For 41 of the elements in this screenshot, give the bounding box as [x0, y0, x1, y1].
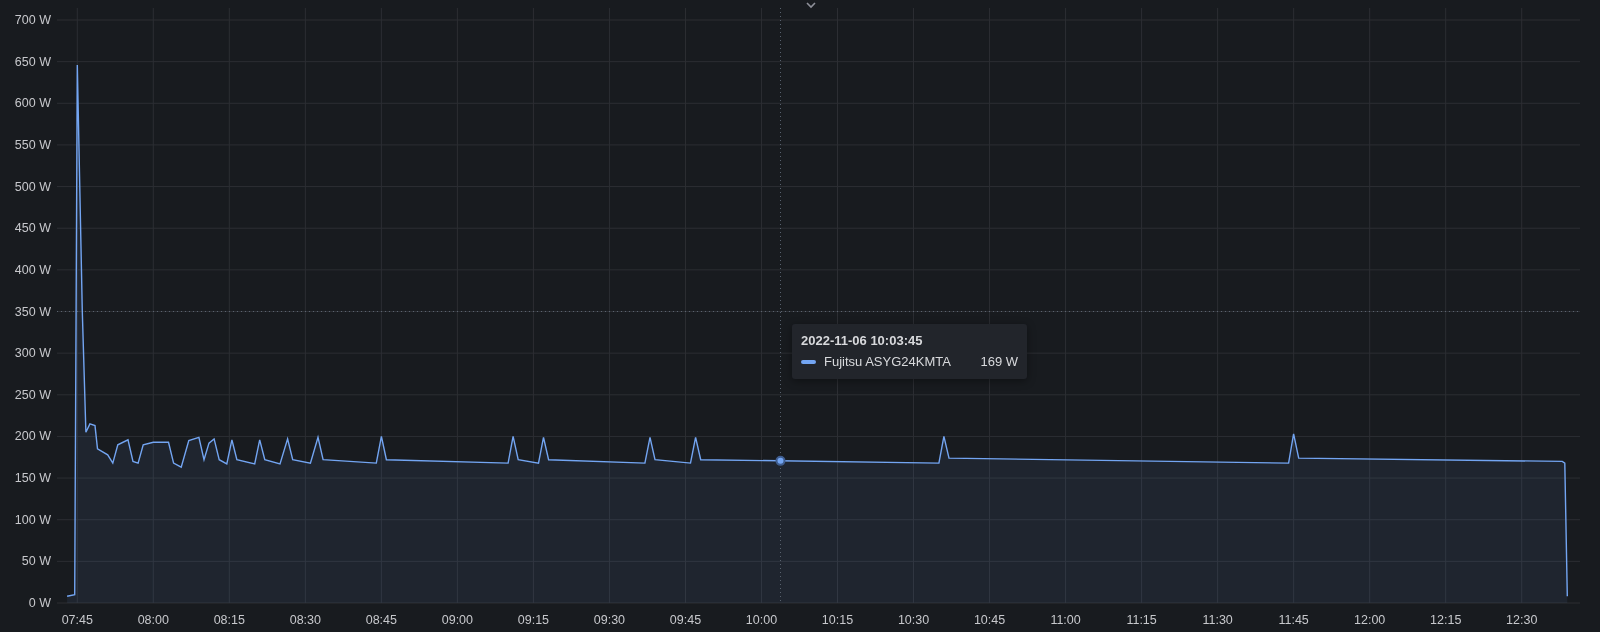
y-axis-label: 50 W: [21, 554, 51, 569]
y-axis-label: 650 W: [14, 54, 51, 69]
x-axis-label: 11:00: [1050, 613, 1081, 627]
y-axis-label: 450 W: [14, 221, 51, 236]
y-axis-label: 0 W: [28, 596, 51, 610]
x-axis-label: 08:00: [137, 613, 169, 627]
x-axis-label: 08:30: [289, 613, 321, 627]
y-axis-label: 200 W: [14, 429, 51, 444]
hover-point: [775, 455, 786, 466]
x-axis-label: 08:45: [365, 613, 397, 627]
x-axis-label: 07:45: [61, 613, 93, 627]
tooltip-time: 2022-11-06 10:03:45: [801, 333, 924, 348]
x-axis-label: 11:30: [1202, 613, 1233, 627]
x-axis-label: 11:45: [1278, 613, 1309, 627]
y-axis-label: 600 W: [14, 96, 51, 111]
y-axis-label: 400 W: [14, 262, 51, 277]
x-axis-label: 09:15: [517, 613, 550, 627]
tooltip-series-name: Fujitsu ASYG24KMTA: [824, 354, 952, 369]
x-axis-label: 10:00: [745, 613, 778, 627]
y-axis-label: 250 W: [14, 387, 51, 402]
x-axis-label: 12:15: [1430, 613, 1462, 627]
series-swatch-icon: [801, 359, 816, 364]
y-axis-label: 500 W: [14, 179, 51, 194]
x-axis-label: 11:15: [1126, 613, 1157, 627]
y-axis-label: 550 W: [14, 137, 51, 152]
x-axis-label: 10:30: [897, 613, 930, 627]
y-axis-label: 100 W: [14, 512, 51, 527]
y-axis-label: 350 W: [14, 304, 51, 319]
x-axis-label: 12:30: [1506, 613, 1538, 627]
x-axis-label: 10:15: [821, 613, 854, 627]
y-axis-label: 700 W: [14, 13, 51, 27]
x-axis-label: 12:00: [1354, 613, 1386, 627]
x-axis-label: 09:30: [593, 613, 626, 627]
y-axis-label: 150 W: [14, 471, 51, 486]
tooltip-value: 169 W: [980, 354, 1018, 369]
chevron-down-icon[interactable]: [806, 2, 816, 9]
y-axis-label: 300 W: [14, 346, 51, 361]
x-axis-label: 09:00: [441, 613, 474, 627]
x-axis-label: 10:45: [973, 613, 1006, 627]
x-axis-label: 09:45: [669, 613, 702, 627]
x-axis-label: 08:15: [213, 613, 245, 627]
